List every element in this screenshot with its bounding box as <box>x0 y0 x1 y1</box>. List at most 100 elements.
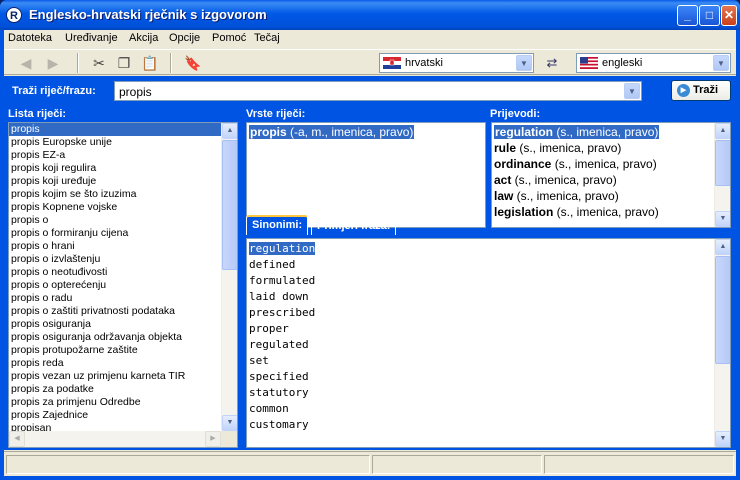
translation-item[interactable]: ordinance (s., imenica, pravo) <box>492 156 730 172</box>
close-button[interactable]: ✕ <box>721 5 737 26</box>
word-list-item[interactable]: propis o opterećenju <box>9 279 237 292</box>
translation-item[interactable]: legislation (s., imenica, pravo) <box>492 204 730 220</box>
menu-uredivanje[interactable]: Uređivanje <box>65 32 118 44</box>
word-list-item[interactable]: propis reda <box>9 357 237 370</box>
word-list-item[interactable]: propis o hrani <box>9 240 237 253</box>
synonym-item[interactable]: set <box>247 353 730 369</box>
word-list-item[interactable]: propis o <box>9 214 237 227</box>
translation-item[interactable]: regulation (s., imenica, pravo) <box>492 124 730 140</box>
paste-icon[interactable]: 📋 <box>141 54 159 72</box>
scroll-thumb[interactable] <box>715 256 730 364</box>
chevron-down-icon[interactable]: ▼ <box>516 55 532 71</box>
scroll-down-icon[interactable]: ▼ <box>222 415 237 431</box>
menu-datoteka[interactable]: Datoteka <box>8 32 52 44</box>
scroll-thumb[interactable] <box>222 140 237 270</box>
word-list-item[interactable]: propis Kopnene vojske <box>9 201 237 214</box>
bookmark-icon[interactable]: 🔖 <box>184 54 202 72</box>
menu-opcije[interactable]: Opcije <box>169 32 200 44</box>
forward-arrow-icon[interactable]: ▶ <box>44 54 62 72</box>
word-list-item[interactable]: propis za primjenu Odredbe <box>9 396 237 409</box>
translation-item[interactable]: rule (s., imenica, pravo) <box>492 140 730 156</box>
search-input[interactable]: propis ▼ <box>114 81 642 101</box>
title-bar[interactable]: R Englesko-hrvatski rječnik s izgovorom … <box>0 0 740 30</box>
minimize-button[interactable]: _ <box>677 5 698 26</box>
synonym-text: laid down <box>249 290 309 303</box>
translation-word: legislation <box>494 205 554 219</box>
scroll-right-icon[interactable]: ▶ <box>205 431 221 447</box>
translation-item[interactable]: act (s., imenica, pravo) <box>492 172 730 188</box>
word-list-item[interactable]: propis protupožarne zaštite <box>9 344 237 357</box>
translation-item[interactable]: law (s., imenica, pravo) <box>492 188 730 204</box>
app-icon[interactable]: R <box>6 7 22 23</box>
word-list-item[interactable]: propis <box>9 123 237 136</box>
scroll-up-icon[interactable]: ▲ <box>222 123 237 139</box>
synonym-item[interactable]: common <box>247 401 730 417</box>
word-list-item[interactable]: propis o neotuđivosti <box>9 266 237 279</box>
word-list-item[interactable]: propis Europske unije <box>9 136 237 149</box>
scroll-down-icon[interactable]: ▼ <box>715 431 730 447</box>
word-types-list[interactable]: propis (-a, m., imenica, pravo) <box>246 122 486 228</box>
synonym-item[interactable]: regulation <box>247 241 730 257</box>
copy-icon[interactable]: ❐ <box>115 54 133 72</box>
synonym-item[interactable]: proper <box>247 321 730 337</box>
search-button-label: Traži <box>693 84 719 96</box>
word-list-item[interactable]: propis koji uređuje <box>9 175 237 188</box>
synonym-item[interactable]: defined <box>247 257 730 273</box>
word-list-item[interactable]: propis o izvlaštenju <box>9 253 237 266</box>
word-type-word: propis <box>250 125 287 139</box>
word-list[interactable]: propis propis Europske unije propis EZ-a pr… <box>8 122 238 448</box>
status-pane-main <box>6 455 370 474</box>
scroll-corner <box>221 431 237 447</box>
word-list-item[interactable]: propis za podatke <box>9 383 237 396</box>
scroll-up-icon[interactable]: ▲ <box>715 239 730 255</box>
menu-tecaj[interactable]: Tečaj <box>254 32 280 44</box>
scroll-left-icon[interactable]: ◀ <box>9 431 25 447</box>
scroll-down-icon[interactable]: ▼ <box>715 211 730 227</box>
synonym-item[interactable]: customary <box>247 417 730 433</box>
synonym-item[interactable]: regulated <box>247 337 730 353</box>
scroll-up-icon[interactable]: ▲ <box>715 123 730 139</box>
toolbar: ◀ ▶ ✂ ❐ 📋 🔖 hrvatski ▼ ⇄ engleski ▼ <box>4 49 736 75</box>
translations-vscroll[interactable]: ▲ ▼ <box>714 123 730 227</box>
toolbar-separator <box>170 53 172 73</box>
synonyms-list[interactable]: regulation defined formulated laid down pres… <box>246 238 731 448</box>
synonym-item[interactable]: statutory <box>247 385 730 401</box>
back-arrow-icon[interactable]: ◀ <box>17 54 35 72</box>
menu-akcija[interactable]: Akcija <box>129 32 158 44</box>
word-list-item[interactable]: propis kojim se što izuzima <box>9 188 237 201</box>
synonym-item[interactable]: specified <box>247 369 730 385</box>
synonyms-vscroll[interactable]: ▲ ▼ <box>714 239 730 447</box>
word-list-hscroll[interactable]: ◀ ▶ <box>9 431 221 447</box>
synonym-item[interactable]: prescribed <box>247 305 730 321</box>
word-list-item[interactable]: propis vezan uz primjenu karneta TIR <box>9 370 237 383</box>
search-button[interactable]: ▶ Traži <box>671 80 731 101</box>
status-bar <box>4 451 736 476</box>
scissors-icon[interactable]: ✂ <box>90 54 108 72</box>
chevron-down-icon[interactable]: ▼ <box>624 83 640 99</box>
word-list-item[interactable]: propis EZ-a <box>9 149 237 162</box>
chevron-down-icon[interactable]: ▼ <box>713 55 729 71</box>
maximize-button[interactable]: □ <box>699 5 720 26</box>
synonym-item[interactable]: formulated <box>247 273 730 289</box>
word-list-item[interactable]: propis osiguranja <box>9 318 237 331</box>
word-list-item[interactable]: propis osiguranja održavanja objekta <box>9 331 237 344</box>
tab-phrase-examples[interactable]: Primjeri fraza: <box>311 217 397 235</box>
target-language-select[interactable]: engleski ▼ <box>576 53 731 73</box>
translation-word: law <box>494 189 514 203</box>
word-list-item[interactable]: propis o zaštiti privatnosti podataka <box>9 305 237 318</box>
swap-languages-icon[interactable]: ⇄ <box>543 54 561 72</box>
menu-pomoc[interactable]: Pomoć <box>212 32 246 44</box>
word-type-item[interactable]: propis (-a, m., imenica, pravo) <box>249 125 415 139</box>
word-list-item[interactable]: propis o radu <box>9 292 237 305</box>
word-types-label: Vrste riječi: <box>246 108 306 120</box>
tab-synonyms[interactable]: Sinonimi: <box>246 215 309 235</box>
synonym-item[interactable]: laid down <box>247 289 730 305</box>
source-language-select[interactable]: hrvatski ▼ <box>379 53 534 73</box>
word-list-item[interactable]: propis koji regulira <box>9 162 237 175</box>
word-list-vscroll[interactable]: ▲ ▼ <box>221 123 237 431</box>
word-list-item[interactable]: propis o formiranju cijena <box>9 227 237 240</box>
scroll-thumb[interactable] <box>715 140 730 186</box>
client-area: Datoteka Uređivanje Akcija Opcije Pomoć … <box>4 30 736 476</box>
translations-list[interactable]: regulation (s., imenica, pravo) rule (s.,… <box>491 122 731 228</box>
word-list-item[interactable]: propis Zajednice <box>9 409 237 422</box>
